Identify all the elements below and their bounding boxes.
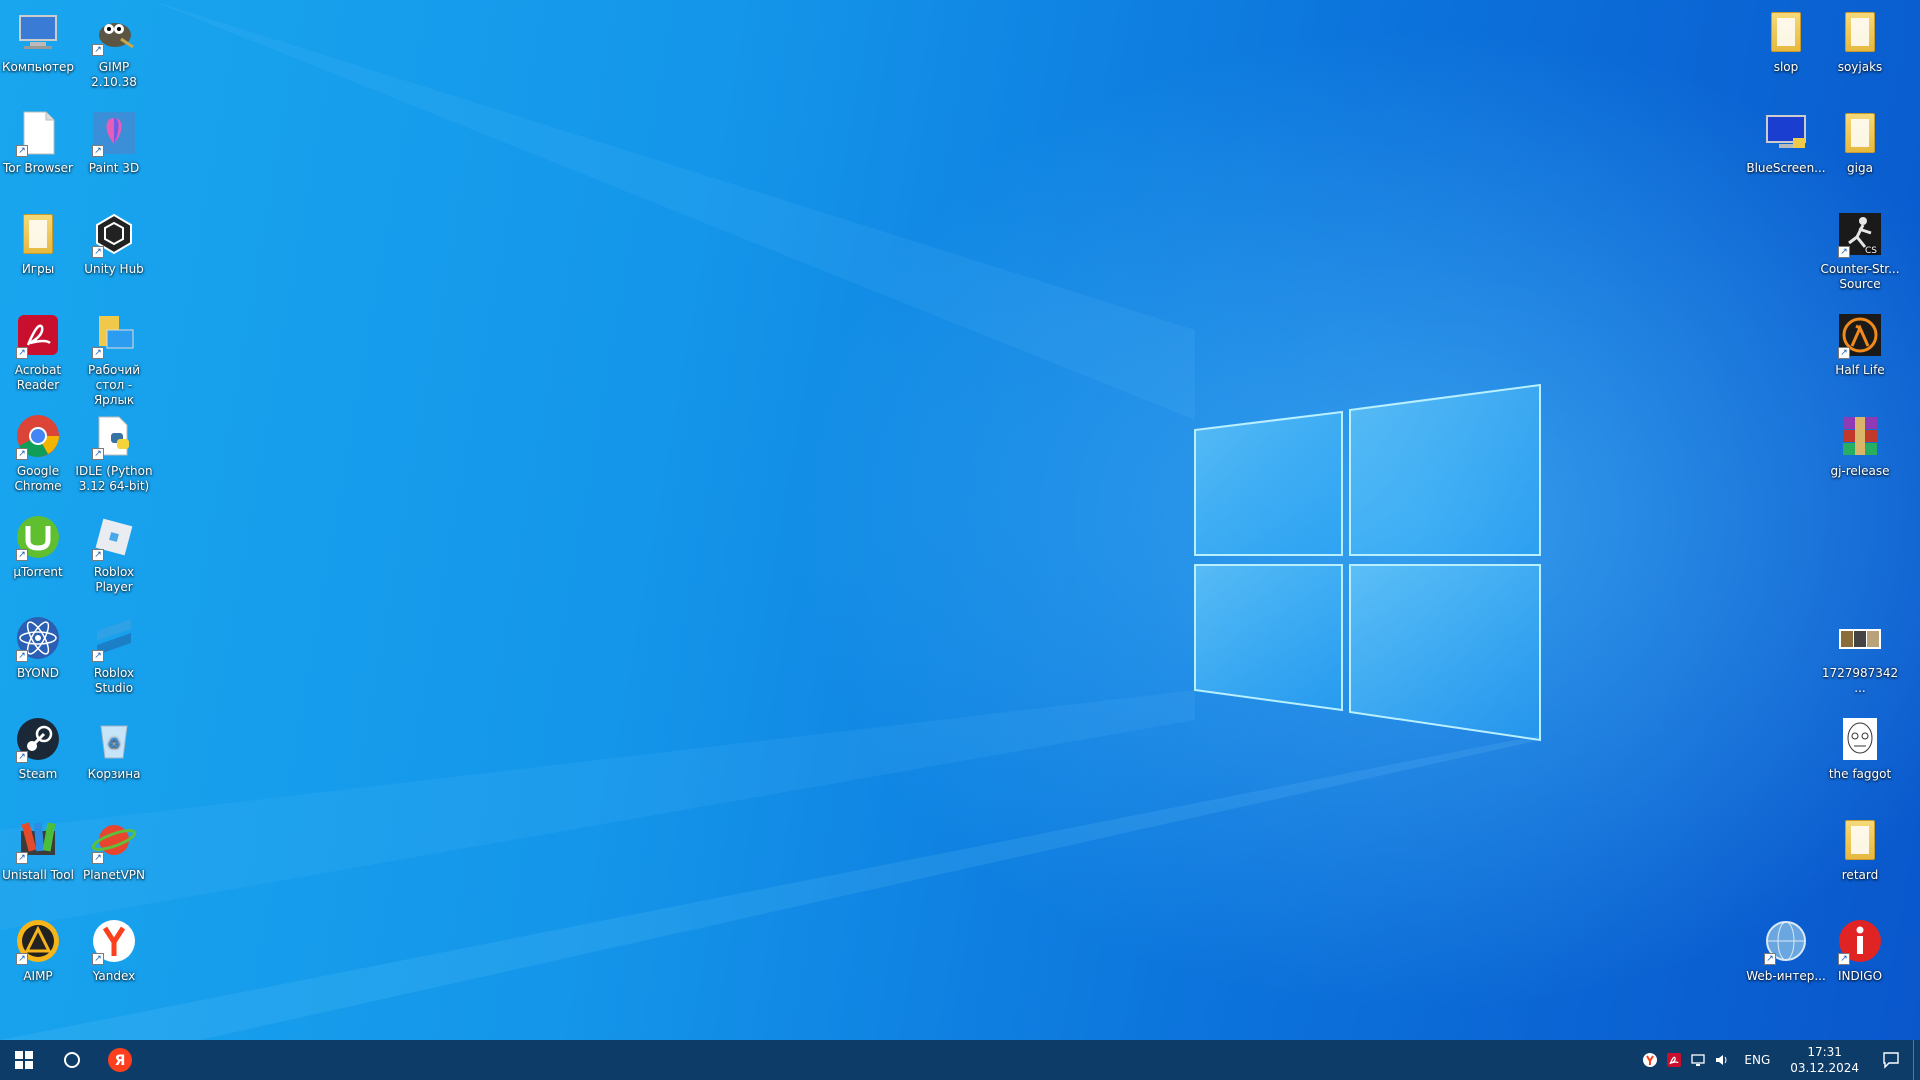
clock-time: 17:31 (1807, 1045, 1842, 1059)
acrobat-tray-icon (1667, 1053, 1682, 1067)
desktop-icon-image-face[interactable]: the faggot (1818, 709, 1902, 782)
yandex-browser-icon: Я (108, 1048, 132, 1072)
shortcut-arrow-icon: ↗ (92, 549, 104, 561)
image-icon (1839, 629, 1881, 649)
input-language[interactable]: ENG (1734, 1053, 1780, 1067)
desktop-icon-image-1727987342[interactable]: 1727987342... (1818, 608, 1902, 696)
shortcut-arrow-icon: ↗ (16, 347, 28, 359)
shortcut-arrow-icon: ↗ (16, 953, 28, 965)
search-button[interactable] (48, 1040, 96, 1080)
desktop-icon-gimp[interactable]: ↗ GIMP 2.10.38 (72, 2, 156, 90)
desktop-icon-indigo[interactable]: ↗ INDIGO (1818, 911, 1902, 984)
desktop-icon-yandex[interactable]: ↗ Yandex (72, 911, 156, 984)
shortcut-arrow-icon: ↗ (16, 852, 28, 864)
start-button[interactable] (0, 1040, 48, 1080)
show-desktop-button[interactable] (1913, 1040, 1920, 1080)
shortcut-arrow-icon: ↗ (1838, 246, 1850, 258)
desktop-icon-recycle-bin[interactable]: ♻ Корзина (72, 709, 156, 782)
folder-icon (1771, 12, 1801, 52)
system-tray: ENG 17:31 03.12.2024 (1638, 1040, 1920, 1080)
taskbar: Я ENG 17:31 03.12.2024 (0, 1040, 1920, 1080)
shortcut-arrow-icon: ↗ (92, 145, 104, 157)
recycle-bin-icon: ♻ (100, 725, 128, 759)
computer-icon (19, 15, 57, 49)
yandex-browser-glyph: Я (115, 1053, 126, 1069)
clock-date: 03.12.2024 (1790, 1061, 1859, 1075)
desktop-icon-gj-release[interactable]: gj-release (1818, 406, 1902, 479)
shortcut-arrow-icon: ↗ (16, 751, 28, 763)
shortcut-arrow-icon: ↗ (1764, 953, 1776, 965)
desktop-icon-unity-hub[interactable]: ↗ Unity Hub (72, 204, 156, 277)
windows-logo-wallpaper (0, 0, 1541, 1040)
folder-icon (1845, 12, 1875, 52)
acrobat-tray-button[interactable] (1662, 1040, 1686, 1080)
notification-icon (1883, 1052, 1899, 1069)
desktop-icon-slop[interactable]: slop (1744, 2, 1828, 75)
desktop-icon-byond[interactable]: ↗ BYOND (0, 608, 80, 681)
folder-icon (23, 214, 53, 254)
clock[interactable]: 17:31 03.12.2024 (1780, 1044, 1869, 1076)
desktop-icon-web-interface[interactable]: ↗ Web-интер... (1744, 911, 1828, 984)
desktop-icon-soyjaks[interactable]: soyjaks (1818, 2, 1902, 75)
desktop-icon-games[interactable]: Игры (0, 204, 80, 277)
desktop-icon-utorrent[interactable]: ↗ µTorrent (0, 507, 80, 580)
shortcut-arrow-icon: ↗ (16, 549, 28, 561)
desktop: Компьютер ↗ Tor Browser Игры ↗ Acrobat R… (0, 0, 1920, 1040)
shortcut-arrow-icon: ↗ (16, 650, 28, 662)
image-icon (1843, 718, 1877, 760)
shortcut-arrow-icon: ↗ (92, 852, 104, 864)
desktop-icon-planetvpn[interactable]: ↗ PlanetVPN (72, 810, 156, 883)
desktop-icon-roblox-player[interactable]: ↗ Roblox Player (72, 507, 156, 595)
desktop-icon-giga[interactable]: giga (1818, 103, 1902, 176)
desktop-icon-aimp[interactable]: ↗ AIMP (0, 911, 80, 984)
yandex-tray-button[interactable] (1638, 1040, 1662, 1080)
shortcut-arrow-icon: ↗ (1838, 347, 1850, 359)
yandex-tray-icon (1643, 1053, 1658, 1067)
desktop-icon-retard[interactable]: retard (1818, 810, 1902, 883)
folder-icon (1845, 820, 1875, 860)
svg-text:♻: ♻ (108, 736, 121, 752)
shortcut-arrow-icon: ↗ (92, 44, 104, 56)
shortcut-arrow-icon: ↗ (92, 953, 104, 965)
windows-start-icon (15, 1051, 33, 1069)
bluescreen-icon (1766, 115, 1806, 148)
winrar-icon (1843, 417, 1877, 455)
desktop-icon-chrome[interactable]: ↗ Google Chrome (0, 406, 80, 494)
folder-icon (1845, 113, 1875, 153)
network-button[interactable] (1686, 1040, 1710, 1080)
shortcut-arrow-icon: ↗ (92, 650, 104, 662)
desktop-icon-desktop-shortcut[interactable]: ↗ Рабочий стол - Ярлык (72, 305, 156, 408)
desktop-icon-steam[interactable]: ↗ Steam (0, 709, 80, 782)
desktop-icon-uninstall-tool[interactable]: ↗ Unistall Tool (0, 810, 80, 883)
desktop-icon-roblox-studio[interactable]: ↗ Roblox Studio (72, 608, 156, 696)
desktop-icon-tor-browser[interactable]: ↗ Tor Browser (0, 103, 80, 176)
desktop-icon-computer[interactable]: Компьютер (0, 2, 80, 75)
desktop-icon-counter-strike[interactable]: CS ↗ Counter-Str... Source (1818, 204, 1902, 292)
action-center-button[interactable] (1869, 1040, 1913, 1080)
desktop-icon-half-life[interactable]: ↗ Half Life (1818, 305, 1902, 378)
shortcut-arrow-icon: ↗ (92, 347, 104, 359)
desktop-icon-bluescreen[interactable]: BlueScreen... (1744, 103, 1828, 176)
desktop-icon-acrobat[interactable]: ↗ Acrobat Reader (0, 305, 80, 393)
svg-text:CS: CS (1865, 246, 1877, 256)
volume-button[interactable] (1710, 1040, 1734, 1080)
shortcut-arrow-icon: ↗ (92, 246, 104, 258)
desktop-icon-idle-python[interactable]: ↗ IDLE (Python 3.12 64-bit) (72, 406, 156, 494)
network-icon (1691, 1054, 1706, 1066)
shortcut-arrow-icon: ↗ (16, 145, 28, 157)
shortcut-arrow-icon: ↗ (16, 448, 28, 460)
shortcut-arrow-icon: ↗ (92, 448, 104, 460)
volume-icon (1716, 1055, 1727, 1065)
desktop-icon-paint3d[interactable]: ↗ Paint 3D (72, 103, 156, 176)
shortcut-arrow-icon: ↗ (1838, 953, 1850, 965)
taskbar-pinned-yandex-browser[interactable]: Я (96, 1040, 144, 1080)
cortana-icon (64, 1052, 80, 1068)
